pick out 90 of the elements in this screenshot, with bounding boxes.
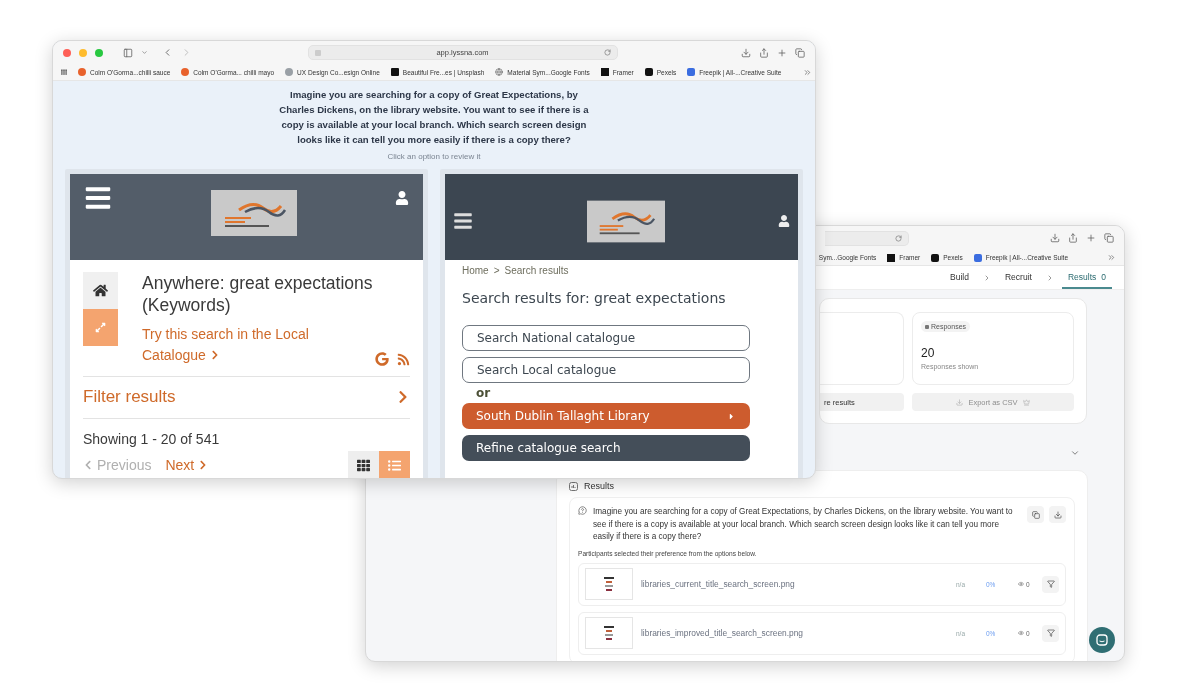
close-button[interactable] [63, 48, 71, 57]
filter-results-button[interactable]: Filter results [83, 387, 410, 407]
filter-button[interactable] [1042, 624, 1059, 642]
option-card[interactable]: Home > Search results Search results for: great expectations Search National catalogue Search Local catalogue or South Dublin Tallaght Library Refine catalogue search [440, 169, 803, 478]
chevron-icon [983, 273, 991, 282]
chevron-left-icon [83, 460, 93, 470]
download-icon [1053, 510, 1062, 519]
user-icon[interactable] [395, 191, 409, 205]
breadcrumb-separator: > [493, 265, 500, 276]
filter-icon [1046, 580, 1055, 588]
expand-icon [95, 322, 106, 333]
minimize-button[interactable] [79, 48, 87, 57]
site-icon [887, 253, 896, 262]
grid-icon[interactable] [61, 69, 67, 75]
tabs-icon[interactable] [795, 47, 805, 58]
file-name: libraries_current_title_search_screen.png [641, 579, 796, 589]
globe-icon [495, 68, 504, 76]
plus-icon[interactable] [777, 47, 787, 58]
site-icon [78, 68, 86, 76]
results-heading: Search results for: great expectations [462, 290, 727, 306]
more-chevron-icon[interactable] [1107, 253, 1116, 262]
site-icon [181, 68, 190, 76]
catalogue-button[interactable]: Search Local catalogue [462, 357, 750, 383]
results-title: Results [584, 481, 614, 491]
download-button[interactable] [1049, 506, 1066, 523]
thumbnail-image [585, 617, 633, 649]
eye-icon [1018, 581, 1024, 587]
breadcrumb-item[interactable]: Search results [504, 265, 569, 276]
question-icon [578, 506, 587, 515]
user-icon[interactable] [778, 215, 790, 227]
thumbnail-image [585, 568, 633, 600]
question-text: Imagine you are searching for a copy of Great Expectations, by Charles Dickens, on the library website. You want to see if there is a copy is available at your local branch. Which search screen design looks like it can tell you more easily if there is a copy there? [278, 88, 590, 147]
site-icon [285, 68, 294, 76]
list-icon [388, 458, 401, 472]
chat-icon [1096, 634, 1108, 646]
site-icon [644, 68, 653, 76]
menu-icon[interactable] [453, 211, 473, 231]
crown-icon [1022, 398, 1030, 406]
question-text: Imagine you are searching for a copy of Great Expectations, by Charles Dickens, on the library website. You want to see if there is a copy is available at your local branch. Which search screen design looks like it can tell you more easily if there is a copy there? [593, 506, 1014, 543]
copy-button[interactable] [1027, 506, 1044, 523]
catalogue-button[interactable]: Refine catalogue search [462, 435, 750, 461]
next-link[interactable]: Next [165, 457, 209, 473]
site-icon [973, 253, 982, 262]
share-icon[interactable] [759, 47, 769, 58]
plus-icon[interactable] [1086, 233, 1096, 243]
library-button[interactable]: South Dublin Tallaght Library [462, 403, 750, 429]
sidebar-icon[interactable] [123, 47, 133, 58]
download-icon[interactable] [1050, 233, 1060, 243]
zoom-button[interactable] [95, 48, 103, 57]
home-icon [93, 283, 108, 298]
step-tab[interactable]: Recruit [999, 266, 1038, 289]
hint-text: Click an option to review it [387, 152, 481, 161]
home-button[interactable] [83, 272, 118, 309]
caret-icon [727, 411, 736, 421]
local-catalogue-link[interactable]: Try this search in the Local Catalogue [142, 324, 332, 366]
or-label: or [476, 386, 492, 400]
page-icon [315, 49, 321, 56]
chevron-down-icon[interactable] [141, 49, 148, 56]
rss-icon[interactable] [397, 352, 410, 366]
download-icon[interactable] [741, 47, 751, 58]
menu-icon[interactable] [84, 184, 112, 212]
tabs-icon[interactable] [1104, 233, 1114, 243]
catalogue-button[interactable]: Search National catalogue [462, 325, 750, 351]
square-icon [925, 324, 929, 329]
site-icon [600, 68, 609, 76]
step-tab[interactable]: Results 0 [1061, 266, 1112, 289]
grid-view-button[interactable] [348, 451, 379, 478]
site-icon [390, 68, 399, 76]
copy-icon [1031, 510, 1040, 519]
grid-icon [357, 458, 370, 472]
download-icon [956, 398, 964, 406]
chevron-down-icon[interactable] [1070, 448, 1080, 458]
file-name: libraries_improved_title_search_screen.png [641, 628, 804, 638]
chart-icon [569, 481, 578, 491]
eye-icon [1018, 630, 1024, 636]
step-tab[interactable]: Build [944, 266, 975, 289]
more-chevron-icon[interactable] [803, 67, 813, 77]
site-icon [931, 253, 940, 262]
site-icon [687, 68, 696, 76]
reload-icon[interactable] [895, 234, 902, 242]
results-count: Showing 1 - 20 of 541 [83, 431, 221, 447]
chevron-icon [209, 350, 220, 360]
share-icon[interactable] [1068, 233, 1078, 243]
filter-button[interactable] [1042, 575, 1059, 593]
breadcrumb-item[interactable]: Home [462, 265, 489, 276]
reload-icon[interactable] [604, 49, 611, 56]
filter-icon [1046, 629, 1055, 637]
search-title: Anywhere: great expectations (Keywords) [142, 272, 374, 316]
responses-count: 20 [921, 346, 936, 360]
google-icon[interactable] [375, 352, 389, 366]
